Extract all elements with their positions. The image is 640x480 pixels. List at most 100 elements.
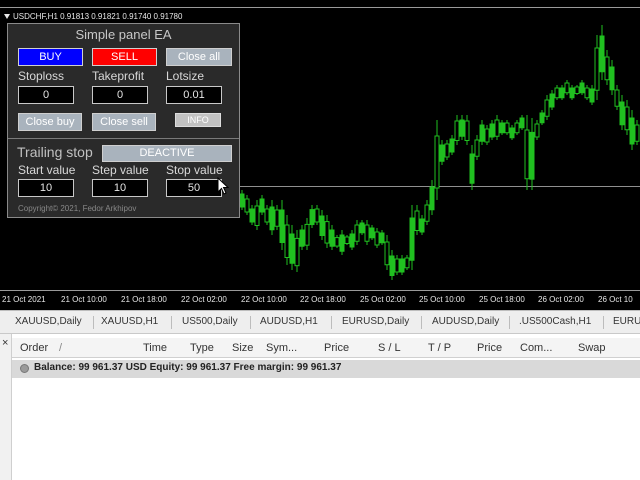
stop-value-input[interactable]: 50 — [166, 179, 222, 197]
candle-body — [624, 106, 630, 131]
candle-body — [509, 127, 515, 139]
candle-body — [584, 87, 590, 99]
close-sell-button[interactable]: Close sell — [92, 113, 156, 131]
candle-body — [364, 224, 370, 242]
column-time[interactable]: Time — [143, 342, 167, 354]
candle-body — [524, 129, 530, 180]
column-current-price[interactable]: Price — [477, 342, 502, 354]
tab-separator — [250, 316, 251, 329]
panel-divider — [8, 138, 239, 139]
column-symbol[interactable]: Sym... — [266, 342, 297, 354]
candle-body — [569, 87, 575, 99]
terminal-panel: × Order / Time Type Size Sym... Price S … — [0, 334, 640, 480]
tab-audusd-daily[interactable]: AUDUSD,Daily — [432, 316, 499, 327]
column-commission[interactable]: Com... — [520, 342, 552, 354]
candle-body — [369, 227, 375, 239]
copyright-text: Copyright© 2021, Fedor Arkhipov — [18, 204, 137, 213]
time-label: 26 Oct 02:00 — [538, 295, 584, 304]
stop-value-label: Stop value — [166, 163, 223, 177]
candle-body — [274, 209, 280, 227]
column-take-profit[interactable]: T / P — [428, 342, 451, 354]
time-label: 22 Oct 18:00 — [300, 295, 346, 304]
candle-body — [514, 122, 520, 134]
deactive-button[interactable]: DEACTIVE — [102, 145, 232, 162]
candle-body — [294, 237, 300, 267]
candle-body — [564, 82, 570, 94]
candle-body — [424, 204, 430, 222]
tab-separator — [93, 316, 94, 329]
candle-body — [629, 117, 635, 145]
buy-button[interactable]: BUY — [18, 48, 83, 66]
candle-body — [409, 217, 415, 261]
candle-body — [434, 135, 440, 189]
candle-body — [464, 120, 470, 141]
candle-body — [249, 208, 255, 223]
time-label: 22 Oct 02:00 — [181, 295, 227, 304]
time-label: 21 Oct 10:00 — [61, 295, 107, 304]
candle-body — [334, 237, 340, 247]
time-label: 25 Oct 02:00 — [360, 295, 406, 304]
start-value-label: Start value — [18, 163, 76, 177]
column-sort-indicator: / — [59, 342, 63, 354]
sell-button[interactable]: SELL — [92, 48, 157, 66]
tab-eurusd-daily[interactable]: EURUSD,Daily — [342, 316, 409, 327]
candle-body — [519, 117, 525, 129]
tab-us500cash-h1[interactable]: .US500Cash,H1 — [519, 316, 591, 327]
candle-body — [634, 124, 640, 142]
takeprofit-label: Takeprofit — [92, 69, 145, 83]
candle-body — [609, 66, 615, 91]
column-size[interactable]: Size — [232, 342, 253, 354]
candle-body — [254, 205, 260, 226]
balance-row[interactable]: Balance: 99 961.37 USD Equity: 99 961.37… — [12, 360, 640, 378]
candle-body — [599, 35, 605, 73]
candle-body — [379, 232, 385, 244]
tab-us500-daily[interactable]: US500,Daily — [182, 316, 238, 327]
candle-body — [534, 123, 540, 138]
candle-body — [384, 241, 390, 266]
terminal-table-header: Order / Time Type Size Sym... Price S / … — [12, 338, 640, 358]
chart-title: USDCHF,H1 0.91813 0.91821 0.91740 0.9178… — [4, 12, 182, 21]
time-label: 22 Oct 10:00 — [241, 295, 287, 304]
candle-body — [399, 258, 405, 273]
column-stop-loss[interactable]: S / L — [378, 342, 401, 354]
tab-separator — [421, 316, 422, 329]
tab-separator — [171, 316, 172, 329]
candle-body — [474, 139, 480, 157]
candle-body — [264, 208, 270, 223]
candle-body — [344, 236, 350, 244]
lotsize-input[interactable]: 0.01 — [166, 86, 222, 104]
column-type[interactable]: Type — [190, 342, 214, 354]
close-all-button[interactable]: Close all — [166, 48, 232, 66]
simple-panel: Simple panel EA BUY SELL Close all Stopl… — [7, 23, 240, 218]
start-value-input[interactable]: 10 — [18, 179, 74, 197]
candle-body — [499, 122, 505, 134]
balance-text: Balance: 99 961.37 USD Equity: 99 961.37… — [34, 362, 342, 373]
column-order[interactable]: Order — [20, 342, 48, 354]
close-buy-button[interactable]: Close buy — [18, 113, 82, 131]
candle-body — [549, 93, 555, 108]
column-swap[interactable]: Swap — [578, 342, 606, 354]
time-label: 21 Oct 2021 — [2, 295, 46, 304]
step-value-input[interactable]: 10 — [92, 179, 148, 197]
tab-audusd-h1[interactable]: AUDUSD,H1 — [260, 316, 318, 327]
tab-xauusd-h1[interactable]: XAUUSD,H1 — [101, 316, 158, 327]
candle-body — [329, 229, 335, 247]
candle-body — [419, 218, 425, 233]
tab-separator — [331, 316, 332, 329]
candle-body — [529, 131, 535, 180]
tab-eurusd-partial[interactable]: EURU — [613, 316, 640, 327]
time-label: 25 Oct 18:00 — [479, 295, 525, 304]
chart-title-text: USDCHF,H1 0.91813 0.91821 0.91740 0.9178… — [13, 12, 183, 21]
candle-body — [354, 224, 360, 242]
candle-body — [574, 86, 580, 94]
stoploss-label: Stoploss — [18, 69, 65, 83]
terminal-sidebar: × — [0, 334, 12, 480]
close-icon[interactable]: × — [2, 337, 8, 349]
column-price[interactable]: Price — [324, 342, 349, 354]
tab-xauusd-daily[interactable]: XAUUSD,Daily — [15, 316, 82, 327]
info-button[interactable]: INFO — [175, 113, 221, 127]
stoploss-input[interactable]: 0 — [18, 86, 74, 104]
candle-body — [289, 233, 295, 264]
takeprofit-input[interactable]: 0 — [92, 86, 148, 104]
candle-body — [544, 99, 550, 117]
